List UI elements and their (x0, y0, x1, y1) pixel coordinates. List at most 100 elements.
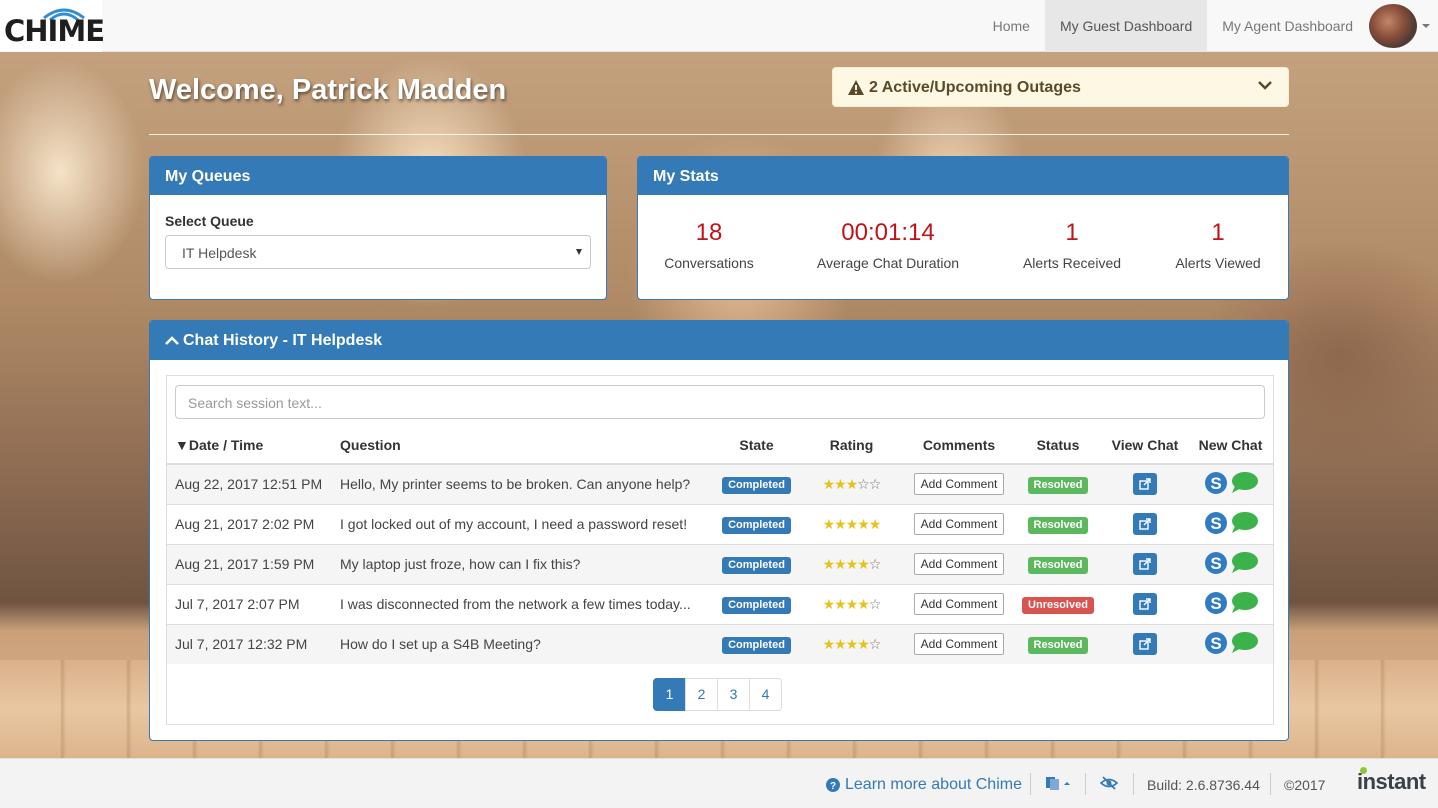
language-icon[interactable] (1045, 776, 1073, 790)
new-chat-actions: S (1204, 471, 1258, 495)
svg-text:S: S (1210, 594, 1221, 613)
star-filled-icon: ★ (822, 595, 836, 612)
state-badge: Completed (722, 636, 791, 654)
col-status: Status (1014, 426, 1102, 465)
queues-title: My Queues (150, 157, 606, 195)
cell-comments: Add Comment (904, 463, 1014, 504)
add-comment-button[interactable]: Add Comment (913, 633, 1005, 656)
cell-status: Resolved (1014, 623, 1102, 664)
star-filled-icon: ★ (857, 635, 870, 652)
outage-text: 2 Active/Upcoming Outages (869, 79, 1081, 96)
cell-question: My laptop just froze, how can I fix this… (332, 543, 714, 584)
stat-average-duration: 00:01:14 Average Chat Duration (808, 219, 968, 271)
cell-rating: ★★★★★ (799, 503, 904, 544)
cell-question: How do I set up a S4B Meeting? (332, 623, 714, 664)
cell-view-chat (1102, 503, 1188, 544)
page-3[interactable]: 3 (717, 678, 750, 711)
queue-select-value: IT Helpdesk (182, 245, 257, 261)
nav-guest-dashboard[interactable]: My Guest Dashboard (1044, 0, 1208, 52)
chat-bubble-icon[interactable] (1230, 551, 1258, 575)
skype-icon[interactable]: S (1204, 591, 1228, 615)
chevron-down-icon[interactable] (1258, 80, 1272, 90)
add-comment-button[interactable]: Add Comment (913, 593, 1005, 615)
cell-view-chat (1102, 583, 1188, 624)
skype-icon[interactable]: S (1204, 471, 1228, 495)
state-badge: Completed (722, 476, 791, 494)
instant-brand-logo[interactable]: instant (1357, 769, 1426, 795)
stat-label: Alerts Viewed (1175, 255, 1261, 271)
cell-state: Completed (714, 623, 799, 664)
page-4[interactable]: 4 (749, 678, 782, 711)
chevron-up-icon[interactable] (165, 335, 179, 346)
pagination: 1 2 3 4 (653, 678, 782, 711)
view-chat-button[interactable] (1133, 553, 1157, 575)
view-chat-button[interactable] (1133, 593, 1157, 615)
chat-bubble-icon[interactable] (1230, 631, 1258, 655)
new-chat-actions: S (1204, 551, 1258, 575)
star-filled-icon: ★ (857, 515, 870, 532)
state-badge: Completed (722, 516, 791, 534)
cell-view-chat (1102, 543, 1188, 584)
star-empty-icon: ☆ (868, 555, 882, 572)
svg-text:S: S (1210, 514, 1221, 533)
add-comment-button[interactable]: Add Comment (913, 513, 1005, 535)
cell-question: I was disconnected from the network a fe… (332, 583, 714, 624)
stats-title: My Stats (638, 157, 1288, 195)
nav-home[interactable]: Home (978, 0, 1045, 52)
queue-select[interactable]: IT Helpdesk (165, 235, 591, 269)
rating-stars: ★★★☆☆ (823, 475, 882, 492)
table-row: Jul 7, 2017 12:32 PM How do I set up a S4… (167, 623, 1273, 664)
star-filled-icon: ★ (834, 595, 847, 612)
chat-bubble-icon[interactable] (1230, 591, 1258, 615)
chat-history-panel: Chat History - IT Helpdesk Search sessio… (149, 320, 1289, 741)
outage-alert[interactable]: 2 Active/Upcoming Outages (832, 67, 1289, 107)
cell-rating: ★★★★☆ (799, 543, 904, 584)
star-empty-icon: ☆ (857, 475, 870, 492)
new-chat-actions: S (1204, 631, 1258, 655)
cell-rating: ★★★★☆ (799, 623, 904, 664)
status-badge: Unresolved (1022, 596, 1094, 614)
copyright: ©2017 (1284, 777, 1326, 793)
col-rating: Rating (799, 426, 904, 465)
star-filled-icon: ★ (822, 635, 836, 652)
learn-more-link[interactable]: ? Learn more about Chime (826, 776, 1022, 794)
user-avatar[interactable] (1369, 4, 1417, 48)
session-search-input[interactable]: Search session text... (175, 385, 1265, 419)
caret-down-icon (576, 249, 582, 255)
star-filled-icon: ★ (845, 555, 859, 572)
chat-bubble-icon[interactable] (1230, 511, 1258, 535)
view-chat-button[interactable] (1133, 633, 1157, 656)
star-filled-icon: ★ (845, 595, 859, 612)
eye-slash-icon[interactable] (1100, 776, 1118, 790)
nav-agent-dashboard[interactable]: My Agent Dashboard (1207, 0, 1368, 52)
table-row: Aug 22, 2017 12:51 PM Hello, My printer s… (167, 463, 1273, 504)
star-empty-icon: ☆ (868, 635, 882, 652)
skype-icon[interactable]: S (1204, 631, 1228, 655)
skype-icon[interactable]: S (1204, 551, 1228, 575)
view-chat-button[interactable] (1133, 513, 1157, 535)
chat-history-header[interactable]: Chat History - IT Helpdesk (150, 321, 1288, 360)
chevron-down-icon[interactable] (1422, 24, 1430, 28)
chat-history-title: Chat History - IT Helpdesk (183, 332, 383, 349)
chime-logo[interactable]: CHIME (0, 0, 105, 52)
stat-alerts-viewed: 1 Alerts Viewed (1168, 219, 1268, 271)
skype-icon[interactable]: S (1204, 511, 1228, 535)
add-comment-button[interactable]: Add Comment (913, 553, 1005, 575)
external-link-icon (1139, 518, 1151, 530)
add-comment-button[interactable]: Add Comment (913, 473, 1005, 496)
col-view-chat: View Chat (1102, 426, 1188, 465)
cell-status: Resolved (1014, 503, 1102, 544)
page-2[interactable]: 2 (685, 678, 718, 711)
warning-icon (848, 80, 864, 95)
cell-state: Completed (714, 543, 799, 584)
footer: ? Learn more about Chime Build: 2.6.8736… (0, 758, 1438, 808)
cell-state: Completed (714, 503, 799, 544)
star-filled-icon: ★ (857, 595, 870, 612)
status-badge: Resolved (1027, 556, 1089, 574)
cell-state: Completed (714, 463, 799, 504)
chat-bubble-icon[interactable] (1230, 471, 1258, 495)
view-chat-button[interactable] (1133, 473, 1157, 496)
queues-panel: My Queues Select Queue IT Helpdesk (149, 156, 607, 300)
page-1[interactable]: 1 (653, 678, 686, 711)
col-date[interactable]: ▼Date / Time (167, 426, 332, 465)
